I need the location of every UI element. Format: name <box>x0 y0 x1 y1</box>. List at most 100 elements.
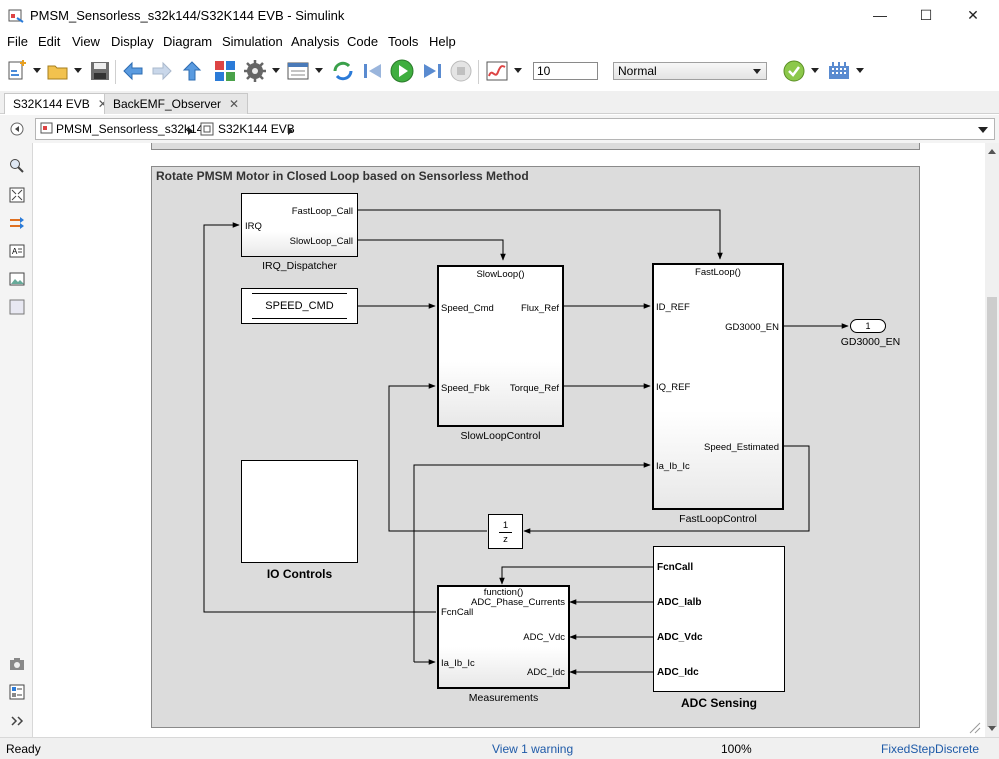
irq-dispatcher-name[interactable]: IRQ_Dispatcher <box>241 260 358 272</box>
screenshot-camera-icon[interactable] <box>9 656 25 672</box>
io-controls-name[interactable]: IO Controls <box>241 567 358 581</box>
menu-diagram[interactable]: Diagram <box>163 34 212 49</box>
speed-cmd-block[interactable]: SPEED_CMD <box>241 288 358 324</box>
menu-edit[interactable]: Edit <box>38 34 60 49</box>
view-warnings-link[interactable]: View 1 warning <box>492 742 573 756</box>
menu-help[interactable]: Help <box>429 34 456 49</box>
unit-delay-block[interactable]: 1 z <box>488 514 523 549</box>
fast-loop-control-block[interactable]: FastLoop() ID_REF IQ_REF Ia_Ib_Ic GD3000… <box>652 263 784 510</box>
simulink-app-icon <box>8 9 24 23</box>
open-dropdown-icon[interactable] <box>74 68 82 73</box>
run-play-icon[interactable] <box>390 59 414 83</box>
build-dropdown-icon[interactable] <box>856 68 864 73</box>
simulation-mode-select[interactable]: Normal <box>613 62 767 80</box>
port-label: SlowLoop_Call <box>289 236 353 247</box>
toolbar-separator <box>115 60 116 84</box>
breadcrumb-dropdown-icon[interactable] <box>978 127 988 133</box>
maximize-icon: ☐ <box>919 6 933 23</box>
connect-signals-icon[interactable] <box>9 215 25 231</box>
fcncall-wire <box>499 566 653 585</box>
maximize-button[interactable]: ☐ <box>903 0 949 30</box>
minimize-button[interactable]: — <box>857 0 903 30</box>
adc-sensing-name[interactable]: ADC Sensing <box>653 696 785 710</box>
model-browser-icon[interactable] <box>9 684 25 700</box>
port-label: FastLoop_Call <box>291 206 353 217</box>
port-label: ADC_Ialb <box>657 597 702 608</box>
port-label: Speed_Estimated <box>704 442 779 453</box>
open-folder-icon[interactable] <box>46 59 70 83</box>
up-arrow-icon[interactable] <box>180 59 204 83</box>
outport-name[interactable]: GD3000_EN <box>833 336 908 348</box>
image-icon[interactable] <box>9 271 25 287</box>
step-forward-icon[interactable] <box>420 59 444 83</box>
model-advisor-check-icon[interactable] <box>782 59 806 83</box>
settings-dropdown-icon[interactable] <box>272 68 280 73</box>
back-arrow-icon[interactable] <box>121 59 145 83</box>
port-label: ADC_Phase_Currents <box>471 597 565 608</box>
fit-to-view-icon[interactable] <box>9 187 25 203</box>
outport-1-block[interactable]: 1 <box>850 319 886 333</box>
model-explorer-icon[interactable] <box>286 59 310 83</box>
save-icon[interactable] <box>88 59 112 83</box>
new-dropdown-icon[interactable] <box>33 68 41 73</box>
menu-code[interactable]: Code <box>347 34 378 49</box>
menu-simulation[interactable]: Simulation <box>222 34 283 49</box>
menu-view[interactable]: View <box>72 34 100 49</box>
update-diagram-icon[interactable] <box>331 59 355 83</box>
hide-explorer-bar-icon[interactable] <box>9 121 25 137</box>
explorer-dropdown-icon[interactable] <box>315 68 323 73</box>
model-settings-gear-icon[interactable] <box>243 59 267 83</box>
resize-grip-icon[interactable] <box>965 718 981 734</box>
area-icon[interactable] <box>9 299 25 315</box>
status-text: Ready <box>6 742 41 756</box>
measurements-name[interactable]: Measurements <box>437 692 570 704</box>
stop-icon[interactable] <box>449 59 473 83</box>
simulation-data-inspector-icon[interactable] <box>485 59 509 83</box>
diagram-canvas[interactable]: Rotate PMSM Motor in Closed Loop based o… <box>33 143 985 737</box>
port-label: Ia_Ib_Ic <box>441 658 475 669</box>
annotation-icon[interactable]: A <box>9 243 25 259</box>
menu-display[interactable]: Display <box>111 34 154 49</box>
slow-loop-control-block[interactable]: SlowLoop() Speed_Cmd Speed_Fbk Flux_Ref … <box>437 265 564 427</box>
fraction-bar <box>499 532 512 533</box>
inspector-dropdown-icon[interactable] <box>514 68 522 73</box>
port-label: Ia_Ib_Ic <box>656 461 690 472</box>
step-back-icon[interactable] <box>361 59 385 83</box>
scroll-thumb[interactable] <box>987 297 997 727</box>
window-title: PMSM_Sensorless_s32k144/S32K144 EVB - Si… <box>30 8 345 23</box>
build-model-icon[interactable] <box>827 59 851 83</box>
tab-backemf-observer[interactable]: BackEMF_Observer ✕ <box>104 93 249 114</box>
port-label: Torque_Ref <box>509 383 559 394</box>
menu-file[interactable]: File <box>7 34 28 49</box>
new-model-icon[interactable] <box>5 59 29 83</box>
menu-tools[interactable]: Tools <box>388 34 418 49</box>
zoom-icon[interactable] <box>9 158 25 174</box>
slow-loop-control-name[interactable]: SlowLoopControl <box>437 430 564 442</box>
port-label: FcnCall <box>441 607 474 618</box>
port-label: GD3000_EN <box>725 322 779 333</box>
io-controls-block[interactable] <box>241 460 358 563</box>
library-browser-icon[interactable] <box>213 59 237 83</box>
trigger-label: SlowLoop() <box>476 269 525 280</box>
expand-palette-icon[interactable] <box>9 713 25 729</box>
close-tab-icon[interactable]: ✕ <box>229 97 239 111</box>
close-icon: ✕ <box>967 6 979 23</box>
close-button[interactable]: ✕ <box>950 0 996 30</box>
irq-dispatcher-block[interactable]: IRQ FastLoop_Call SlowLoop_Call <box>241 193 358 257</box>
breadcrumb-model[interactable]: PMSM_Sensorless_s32k144 <box>56 122 210 136</box>
solver-link[interactable]: FixedStepDiscrete <box>881 742 979 756</box>
stop-time-input[interactable]: 10 <box>533 62 598 80</box>
address-bar: PMSM_Sensorless_s32k144 S32K144 EVB <box>0 115 999 143</box>
vertical-scrollbar[interactable] <box>985 143 999 737</box>
scroll-down-icon[interactable] <box>988 726 996 731</box>
forward-arrow-icon[interactable] <box>150 59 174 83</box>
breadcrumb-subsystem[interactable]: S32K144 EVB <box>218 122 295 136</box>
advisor-dropdown-icon[interactable] <box>811 68 819 73</box>
tab-s32k144-evb[interactable]: S32K144 EVB ✕ <box>4 93 117 114</box>
menu-analysis[interactable]: Analysis <box>291 34 339 49</box>
delay-denominator: z <box>503 534 508 545</box>
fast-loop-control-name[interactable]: FastLoopControl <box>652 513 784 525</box>
scroll-up-icon[interactable] <box>988 149 996 154</box>
adc-sensing-block[interactable]: FcnCall ADC_Ialb ADC_Vdc ADC_Idc <box>653 546 785 692</box>
measurements-block[interactable]: function() FcnCall Ia_Ib_Ic ADC_Phase_Cu… <box>437 585 570 689</box>
